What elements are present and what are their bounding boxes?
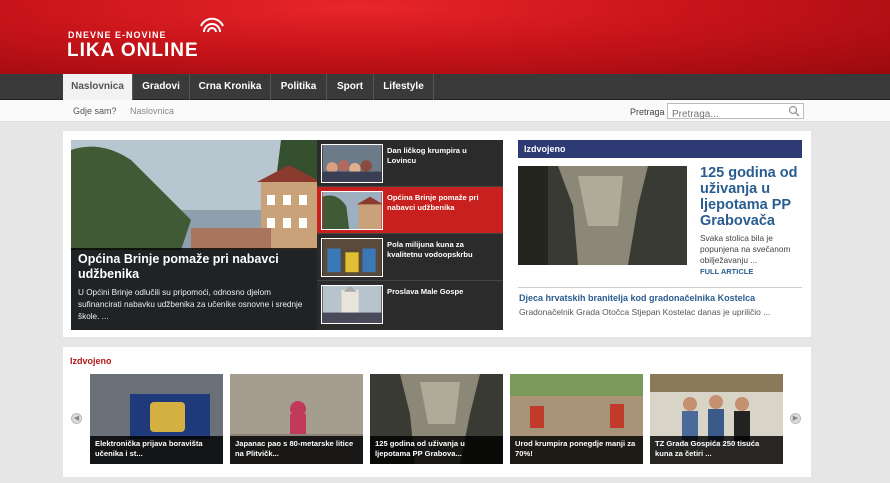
divider: [518, 287, 802, 288]
news-list: Dan ličkog krumpira u Lovincu Općina Bri…: [317, 140, 503, 330]
featured-excerpt: U Općini Brinje odlučili su pripomoći, o…: [78, 288, 303, 321]
search-box: [667, 103, 804, 122]
izdvojeno-heading: Izdvojeno: [518, 140, 802, 158]
carousel-item[interactable]: 125 godina od uživanja u ljepotama PP Gr…: [370, 374, 503, 464]
carousel-caption: Japanac pao s 80-metarske litice na Plit…: [230, 436, 363, 464]
site-header: DNEVNE E-NOVINE LIKA ONLINE: [0, 0, 890, 74]
list-title: Dan ličkog krumpira u Lovincu: [387, 146, 467, 165]
featured-article[interactable]: Općina Brinje pomaže pri nabavci udžbeni…: [71, 140, 317, 330]
list-thumbnail: [321, 144, 383, 183]
carousel-caption: 125 godina od uživanja u ljepotama PP Gr…: [370, 436, 503, 464]
carousel-next-button[interactable]: ▶: [790, 413, 801, 424]
list-item[interactable]: Dan ličkog krumpira u Lovincu: [317, 140, 503, 187]
signal-arcs-icon: [200, 17, 224, 33]
chevron-right-icon: ▶: [792, 415, 799, 422]
list-thumbnail: [321, 238, 383, 277]
logo-brand[interactable]: LIKA ONLINE: [67, 40, 199, 62]
search-label: Pretraga: [630, 107, 665, 117]
list-item[interactable]: Pola milijuna kuna za kvalitetnu vodoops…: [317, 234, 503, 281]
nav-item-gradovi[interactable]: Gradovi: [133, 74, 190, 100]
breadcrumb[interactable]: Naslovnica: [130, 106, 174, 116]
where-label: Gdje sam?: [73, 106, 117, 116]
chevron-left-icon: ◀: [73, 415, 80, 422]
carousel-item[interactable]: TZ Grada Gospića 250 tisuća kuna za četi…: [650, 374, 783, 464]
carousel-heading: Izdvojeno: [70, 356, 112, 366]
list-item[interactable]: Proslava Male Gospe: [317, 281, 503, 328]
nav-item-sport[interactable]: Sport: [327, 74, 374, 100]
list-thumbnail: [321, 285, 383, 324]
list-title: Općina Brinje pomaže pri nabavci udžbeni…: [387, 193, 479, 212]
carousel-caption: TZ Grada Gospića 250 tisuća kuna za četi…: [650, 436, 783, 464]
list-item[interactable]: Općina Brinje pomaže pri nabavci udžbeni…: [317, 187, 503, 234]
izdvojeno-second-excerpt: Gradonačelnik Grada Otočca Stjepan Koste…: [519, 307, 771, 317]
nav-item-politika[interactable]: Politika: [271, 74, 327, 100]
nav-item-crna-kronika[interactable]: Crna Kronika: [190, 74, 271, 100]
search-icon[interactable]: [788, 105, 800, 117]
nav-item-lifestyle[interactable]: Lifestyle: [374, 74, 434, 100]
izdvojeno-title[interactable]: 125 godina od uživanja u ljepotama PP Gr…: [700, 165, 808, 229]
featured-title[interactable]: Općina Brinje pomaže pri nabavci udžbeni…: [78, 252, 308, 282]
izdvojeno-second-title[interactable]: Djeca hrvatskih branitelja kod gradonače…: [519, 293, 755, 303]
carousel-item[interactable]: Japanac pao s 80-metarske litice na Plit…: [230, 374, 363, 464]
main-nav: Naslovnica Gradovi Crna Kronika Politika…: [0, 74, 890, 101]
carousel-caption: Elektronička prijava boravišta učenika i…: [90, 436, 223, 464]
nav-item-naslovnica[interactable]: Naslovnica: [63, 74, 133, 101]
list-title: Proslava Male Gospe: [387, 287, 464, 296]
carousel-prev-button[interactable]: ◀: [71, 413, 82, 424]
full-article-link[interactable]: FULL ARTICLE: [700, 267, 753, 276]
breadcrumb-bar: Gdje sam? Naslovnica Pretraga: [0, 100, 890, 122]
logo-tagline: DNEVNE E-NOVINE: [68, 30, 167, 40]
list-title: Pola milijuna kuna za kvalitetnu vodoops…: [387, 240, 473, 259]
carousel-item[interactable]: Elektronička prijava boravišta učenika i…: [90, 374, 223, 464]
izdvojeno-excerpt: Svaka stolica bila je popunjena na sveča…: [700, 233, 791, 265]
carousel-caption: Urod krumpira ponegdje manji za 70%!: [510, 436, 643, 464]
izdvojeno-image[interactable]: [518, 166, 687, 265]
search-input[interactable]: [668, 107, 786, 122]
carousel-item[interactable]: Urod krumpira ponegdje manji za 70%!: [510, 374, 643, 464]
list-thumbnail: [321, 191, 383, 230]
